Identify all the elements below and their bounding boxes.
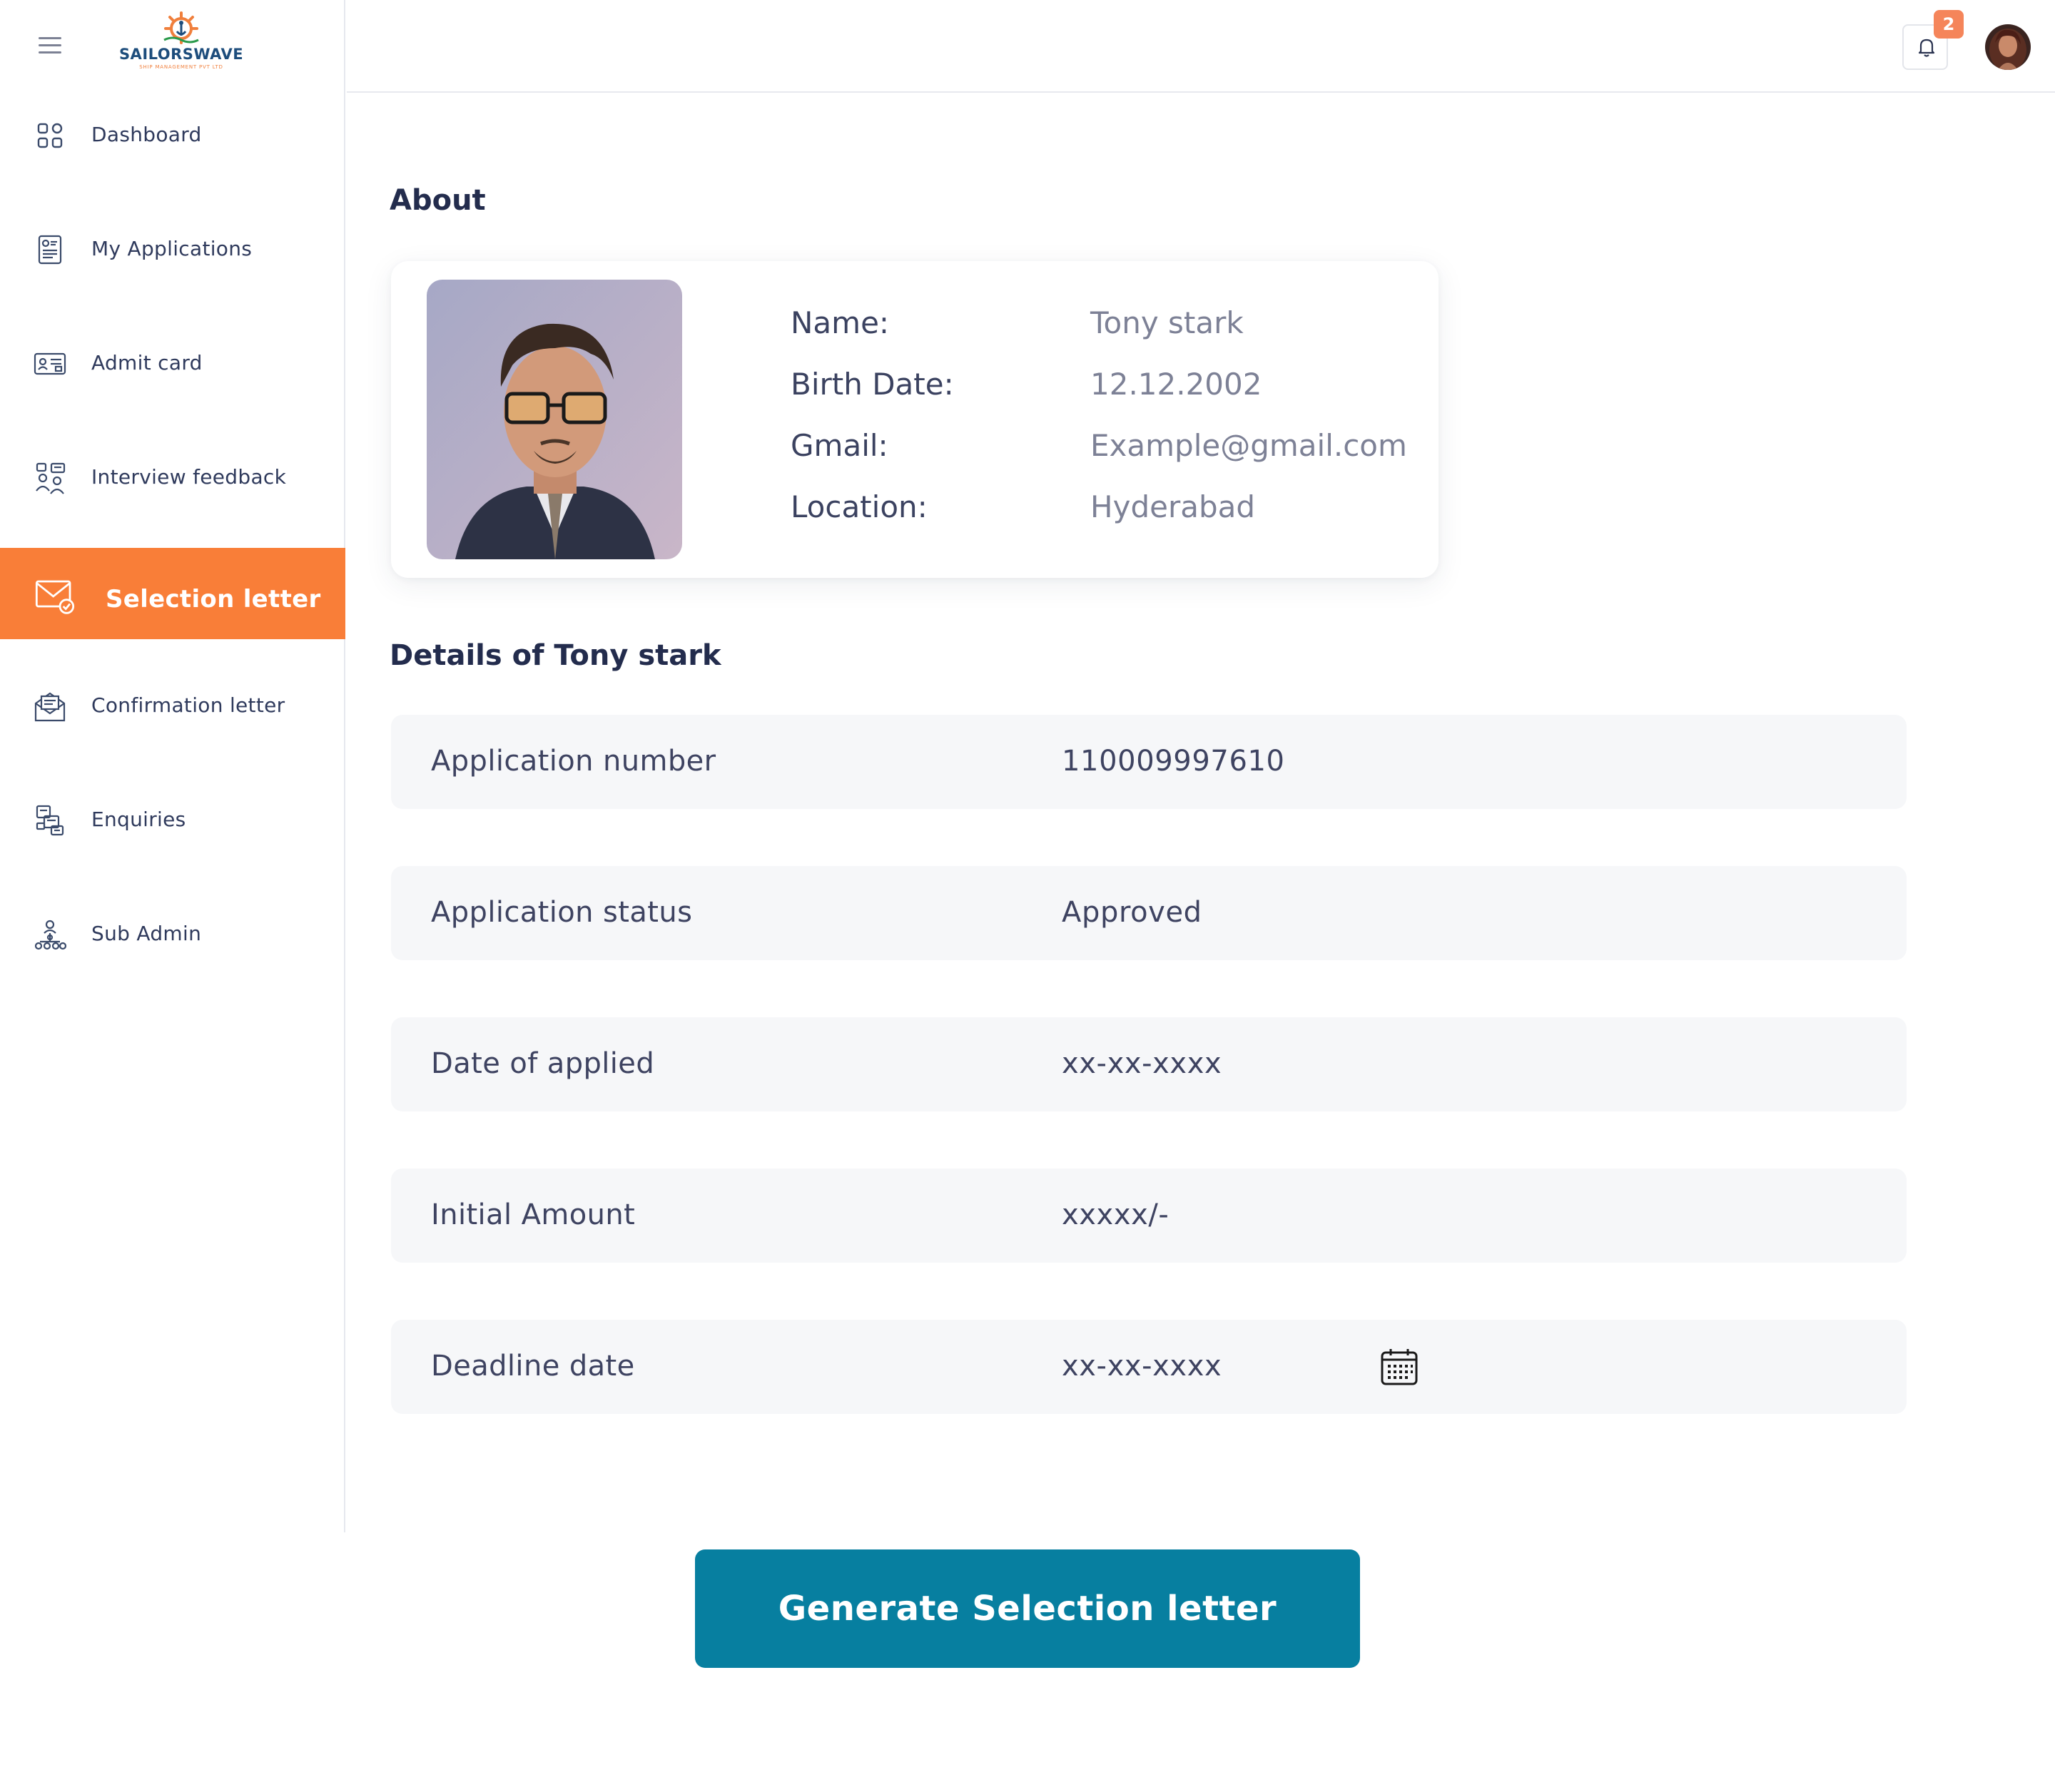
- avatar[interactable]: [1985, 24, 2031, 70]
- birth-date-value: 12.12.2002: [1090, 367, 1262, 402]
- sidebar-item-label: My Applications: [91, 237, 253, 260]
- user-avatar-image: [1985, 24, 2031, 70]
- gmail-value: Example@gmail.com: [1090, 428, 1407, 463]
- sidebar-item-label: Enquiries: [91, 808, 186, 831]
- mail-open-icon: [34, 692, 66, 722]
- bell-icon: [1918, 39, 1935, 57]
- detail-row-application-status: Application status Approved: [391, 866, 1907, 960]
- menu-icon[interactable]: [37, 34, 66, 56]
- detail-value: xx-xx-xxxx: [1062, 1047, 1222, 1080]
- generate-selection-letter-button[interactable]: Generate Selection letter: [695, 1549, 1360, 1668]
- sidebar-item-label: Dashboard: [91, 123, 202, 146]
- sidebar-item-confirmation-letter[interactable]: Confirmation letter: [0, 656, 345, 748]
- enquiries-icon: [36, 805, 64, 836]
- detail-value: xxxxx/-: [1062, 1198, 1169, 1231]
- detail-label: Date of applied: [431, 1047, 655, 1080]
- sub-admin-icon: [34, 920, 67, 950]
- sidebar-item-my-applications[interactable]: My Applications: [0, 200, 345, 291]
- ship-wheel-icon: [163, 11, 199, 44]
- detail-row-date-of-applied: Date of applied xx-xx-xxxx: [391, 1017, 1907, 1111]
- sidebar: SAILORSWAVE SHIP MANAGEMENT PVT LTD Dash…: [0, 0, 345, 1532]
- detail-row-application-number: Application number 110009997610: [391, 715, 1907, 809]
- logo[interactable]: SAILORSWAVE SHIP MANAGEMENT PVT LTD: [114, 10, 248, 74]
- about-heading: About: [390, 184, 486, 217]
- brand-tagline: SHIP MANAGEMENT PVT LTD: [139, 64, 223, 70]
- detail-value[interactable]: xx-xx-xxxx: [1062, 1350, 1222, 1383]
- detail-label: Deadline date: [431, 1350, 635, 1383]
- sidebar-item-label: Confirmation letter: [91, 693, 285, 717]
- applications-icon: [38, 235, 62, 265]
- sidebar-item-sub-admin[interactable]: Sub Admin: [0, 885, 345, 976]
- envelope-check-icon: [35, 580, 75, 614]
- detail-row-deadline-date: Deadline date xx-xx-xxxx: [391, 1320, 1907, 1414]
- admit-card-icon: [34, 352, 66, 375]
- profile-photo: [427, 280, 682, 559]
- details-heading: Details of Tony stark: [390, 639, 721, 672]
- detail-value: Approved: [1062, 896, 1202, 929]
- top-bar: [347, 0, 2055, 93]
- sidebar-item-label: Admit card: [91, 351, 203, 375]
- notification-badge: 2: [1934, 10, 1964, 39]
- detail-value: 110009997610: [1062, 745, 1285, 778]
- gmail-label: Gmail:: [791, 428, 888, 463]
- calendar-icon[interactable]: [1380, 1347, 1419, 1387]
- detail-label: Initial Amount: [431, 1198, 636, 1231]
- name-value: Tony stark: [1090, 305, 1244, 340]
- sidebar-item-admit-card[interactable]: Admit card: [0, 314, 345, 405]
- sidebar-item-interview-feedback[interactable]: Interview feedback: [0, 428, 345, 519]
- name-label: Name:: [791, 305, 890, 340]
- dashboard-icon: [37, 123, 63, 148]
- interview-feedback-icon: [36, 462, 66, 494]
- birth-date-label: Birth Date:: [791, 367, 954, 402]
- sidebar-item-enquiries[interactable]: Enquiries: [0, 770, 345, 862]
- sidebar-item-dashboard[interactable]: Dashboard: [0, 86, 345, 177]
- profile-card: Name: Tony stark Birth Date: 12.12.2002 …: [391, 261, 1438, 578]
- sidebar-item-selection-letter[interactable]: Selection letter: [0, 548, 345, 639]
- detail-row-initial-amount: Initial Amount xxxxx/-: [391, 1169, 1907, 1263]
- brand-name: SAILORSWAVE: [118, 46, 244, 63]
- sidebar-item-label: Sub Admin: [91, 922, 202, 945]
- sidebar-item-label: Selection letter: [106, 585, 321, 614]
- detail-label: Application number: [431, 745, 716, 778]
- profile-photo-image: [427, 280, 682, 559]
- location-value: Hyderabad: [1090, 489, 1255, 524]
- detail-label: Application status: [431, 896, 693, 929]
- sidebar-item-label: Interview feedback: [91, 465, 287, 489]
- location-label: Location:: [791, 489, 928, 524]
